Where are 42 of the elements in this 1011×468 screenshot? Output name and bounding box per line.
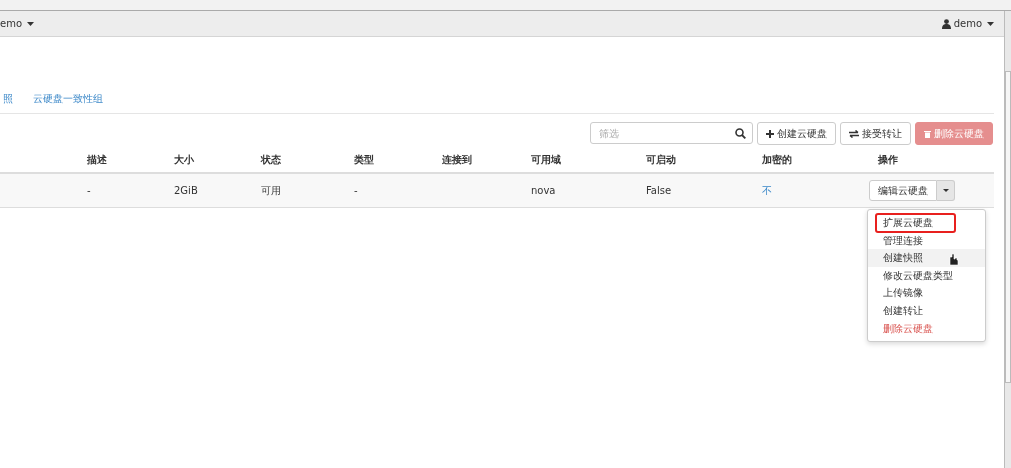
search-icon	[735, 128, 746, 139]
caret-icon	[27, 21, 34, 26]
table-cell: 可用	[261, 184, 281, 196]
column-header: 操作	[878, 154, 898, 165]
column-header: 连接到	[442, 154, 472, 165]
plus-icon	[766, 129, 774, 138]
column-header: 描述	[87, 154, 107, 165]
table-cell: nova	[531, 185, 556, 196]
column-header: 状态	[261, 154, 281, 165]
encrypted-link[interactable]: 不	[762, 184, 772, 196]
menu-item[interactable]: 创建转让	[868, 301, 985, 320]
project-menu[interactable]: emo	[0, 18, 34, 29]
menu-item[interactable]: 管理连接	[868, 231, 985, 250]
tab[interactable]: 云硬盘一致性组	[33, 92, 103, 106]
caret-icon	[942, 189, 949, 192]
table-cell: 2GiB	[174, 185, 198, 196]
user-menu[interactable]: demo	[941, 18, 994, 29]
create-button[interactable]: 创建云硬盘	[757, 122, 836, 145]
trash-icon	[924, 129, 931, 138]
table-cell: -	[354, 185, 358, 196]
menu-item[interactable]: 修改云硬盘类型	[868, 266, 985, 285]
edit-button[interactable]: 编辑云硬盘	[869, 180, 937, 201]
column-header: 加密的	[762, 154, 792, 165]
exchange-icon	[849, 129, 859, 138]
column-header: 可启动	[646, 154, 676, 165]
caret-icon	[987, 21, 994, 26]
cursor-icon	[948, 254, 959, 265]
column-header: 类型	[354, 154, 374, 165]
column-header: 大小	[174, 154, 194, 165]
menu-item[interactable]: 上传镜像	[868, 284, 985, 302]
menu-item[interactable]: 创建快照	[868, 249, 985, 267]
menu-item[interactable]: 删除云硬盘	[868, 319, 985, 338]
menu-item[interactable]: 扩展云硬盘	[876, 214, 955, 232]
column-header: 可用域	[531, 154, 561, 165]
user-icon	[941, 18, 951, 29]
transfer-button[interactable]: 接受转让	[840, 122, 911, 145]
scrollbar[interactable]	[1004, 11, 1011, 468]
table-cell: False	[646, 185, 672, 196]
dropdown-toggle[interactable]	[937, 180, 955, 201]
tab[interactable]: 照	[3, 92, 13, 106]
table-cell: -	[87, 185, 91, 196]
filter-field[interactable]: 筛选	[590, 122, 753, 144]
